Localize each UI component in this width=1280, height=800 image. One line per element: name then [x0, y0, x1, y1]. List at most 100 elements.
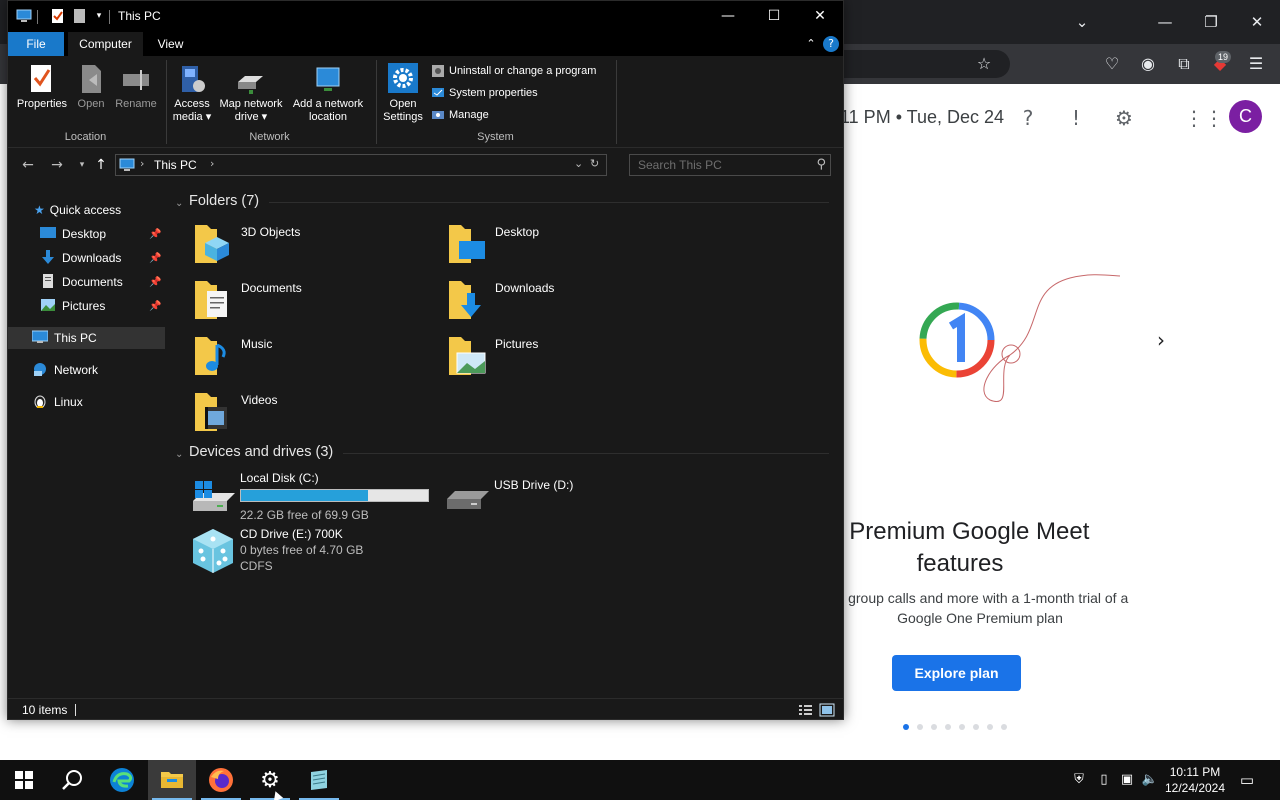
network-status-icon[interactable]: ▣ [1118, 771, 1136, 789]
open-settings-button[interactable]: Open Settings [380, 62, 426, 124]
folder-downloads[interactable]: Downloads [445, 277, 695, 329]
this-pc-icon[interactable] [16, 8, 32, 24]
folder-videos[interactable]: Videos [191, 389, 441, 441]
manage-button[interactable]: Manage [431, 105, 489, 125]
folder-3d-objects[interactable]: 3D Objects [191, 221, 441, 273]
settings-gear-icon[interactable]: ⚙ [1110, 104, 1138, 132]
pin-icon[interactable]: 📌 [149, 229, 161, 240]
properties-button[interactable]: Properties [14, 62, 70, 111]
address-bar[interactable]: › This PC › ⌄ ↻ [115, 154, 607, 176]
restore-icon[interactable]: ❐ [1199, 10, 1223, 34]
usb-icon[interactable]: ▯ [1095, 771, 1113, 789]
carousel-dot[interactable] [973, 724, 979, 730]
folder-desktop[interactable]: Desktop [445, 221, 695, 273]
open-button[interactable]: Open [71, 62, 111, 111]
rename-icon [123, 70, 149, 90]
carousel-dot[interactable] [917, 724, 923, 730]
pin-icon[interactable]: 📌 [149, 301, 161, 312]
help-icon[interactable]: ? [823, 36, 839, 52]
carousel-next-icon[interactable]: › [1150, 328, 1172, 352]
taskbar-app[interactable] [295, 760, 343, 800]
nav-quick-access[interactable]: ★ Quick access [34, 199, 121, 221]
feedback-icon[interactable]: ! [1062, 104, 1090, 132]
search-input[interactable]: Search This PC ⚲ [629, 154, 831, 176]
drive-e[interactable]: CD Drive (E:) 700K 0 bytes free of 4.70 … [189, 527, 439, 579]
minimize-icon[interactable]: — [705, 1, 751, 32]
carousel-dot[interactable] [1001, 724, 1007, 730]
folders-section-header[interactable]: Folders (7) [189, 193, 259, 209]
taskbar-edge[interactable] [98, 760, 146, 800]
collapse-chevron-icon[interactable]: ⌄ [175, 198, 183, 209]
carousel-dot[interactable] [959, 724, 965, 730]
security-shield-icon[interactable]: ⛨ [1070, 771, 1088, 789]
start-button[interactable] [0, 760, 48, 800]
extensions-icon[interactable]: ⧉ [1172, 52, 1196, 76]
carousel-dot[interactable] [903, 724, 909, 730]
folder-pictures[interactable]: Pictures [445, 333, 695, 385]
map-network-drive-button[interactable]: Map network drive ▾ [216, 62, 286, 124]
taskbar-file-explorer[interactable] [148, 760, 196, 800]
folder-music[interactable]: Music [191, 333, 441, 385]
recent-locations-chevron-icon[interactable]: ▾ [72, 155, 92, 175]
customize-qa-chevron-icon[interactable]: ▾ [91, 8, 107, 24]
tab-view[interactable]: View [148, 32, 193, 56]
forward-arrow-icon[interactable]: → [47, 155, 67, 175]
nav-linux[interactable]: Linux [32, 391, 83, 413]
drive-d[interactable]: USB Drive (D:) [443, 477, 693, 529]
carousel-dot[interactable] [987, 724, 993, 730]
explore-plan-button[interactable]: Explore plan [892, 655, 1021, 691]
details-view-icon[interactable] [797, 702, 813, 718]
nav-pictures[interactable]: Pictures [40, 295, 105, 317]
carousel-dot[interactable] [945, 724, 951, 730]
pin-icon[interactable]: 📌 [149, 277, 161, 288]
volume-icon[interactable]: 🔈 [1141, 771, 1159, 789]
taskbar-settings[interactable]: ⚙ [246, 760, 294, 800]
access-media-button[interactable]: Access media ▾ [170, 62, 214, 124]
nav-this-pc[interactable]: This PC [8, 327, 165, 349]
collapse-ribbon-icon[interactable]: ⌃ [803, 36, 819, 52]
close-icon[interactable]: ✕ [797, 1, 843, 32]
nav-downloads[interactable]: Downloads [40, 247, 121, 269]
collapse-chevron-icon[interactable]: ⌄ [175, 449, 183, 460]
add-network-location-button[interactable]: Add a network location [288, 62, 368, 124]
system-properties-button[interactable]: System properties [431, 83, 538, 103]
pin-icon[interactable]: 📌 [149, 253, 161, 264]
minimize-icon[interactable]: — [1153, 10, 1177, 34]
nav-network[interactable]: Network [32, 359, 98, 381]
properties-qa-icon[interactable] [50, 8, 66, 24]
folder-documents[interactable]: Documents [191, 277, 441, 329]
tab-search-chevron-icon[interactable]: ⌄ [1070, 10, 1094, 34]
back-arrow-icon[interactable]: ← [18, 155, 38, 175]
taskbar-firefox[interactable] [197, 760, 245, 800]
uninstall-program-button[interactable]: Uninstall or change a program [431, 61, 596, 81]
carousel-dot[interactable] [931, 724, 937, 730]
search-icon[interactable]: ⚲ [816, 157, 826, 172]
drive-c[interactable]: Local Disk (C:) 22.2 GB free of 69.9 GB [189, 471, 439, 523]
menu-icon[interactable]: ☰ [1244, 52, 1268, 76]
pocket-icon[interactable]: ♡ [1100, 52, 1124, 76]
search-button[interactable] [48, 760, 96, 800]
account-icon[interactable]: ◉ [1136, 52, 1160, 76]
nav-documents[interactable]: Documents [40, 271, 123, 293]
new-folder-qa-icon[interactable] [72, 8, 88, 24]
tab-file[interactable]: File [8, 32, 64, 56]
system-clock[interactable]: 10:11 PM 12/24/2024 [1158, 764, 1232, 796]
nav-desktop[interactable]: Desktop [40, 223, 106, 245]
rename-button[interactable]: Rename [113, 62, 159, 111]
breadcrumb-chevron-icon[interactable]: › [210, 157, 214, 170]
drives-section-header[interactable]: Devices and drives (3) [189, 444, 333, 460]
bookmark-star-icon[interactable]: ☆ [972, 52, 996, 76]
maximize-icon[interactable]: ☐ [751, 1, 797, 32]
close-icon[interactable]: ✕ [1245, 10, 1269, 34]
tab-computer[interactable]: Computer [68, 32, 143, 56]
address-dropdown-icon[interactable]: ⌄ [574, 157, 583, 170]
avatar[interactable]: C [1229, 100, 1262, 133]
breadcrumb-this-pc[interactable]: This PC [154, 158, 197, 172]
refresh-icon[interactable]: ↻ [590, 157, 599, 170]
up-arrow-icon[interactable]: ↑ [91, 155, 111, 175]
apps-grid-icon[interactable]: ⋮⋮ [1184, 104, 1224, 132]
notifications-icon[interactable]: ▭ [1238, 771, 1256, 789]
help-icon[interactable]: ? [1014, 104, 1042, 132]
large-icons-view-icon[interactable] [819, 702, 835, 718]
breadcrumb-chevron-icon[interactable]: › [140, 157, 144, 170]
